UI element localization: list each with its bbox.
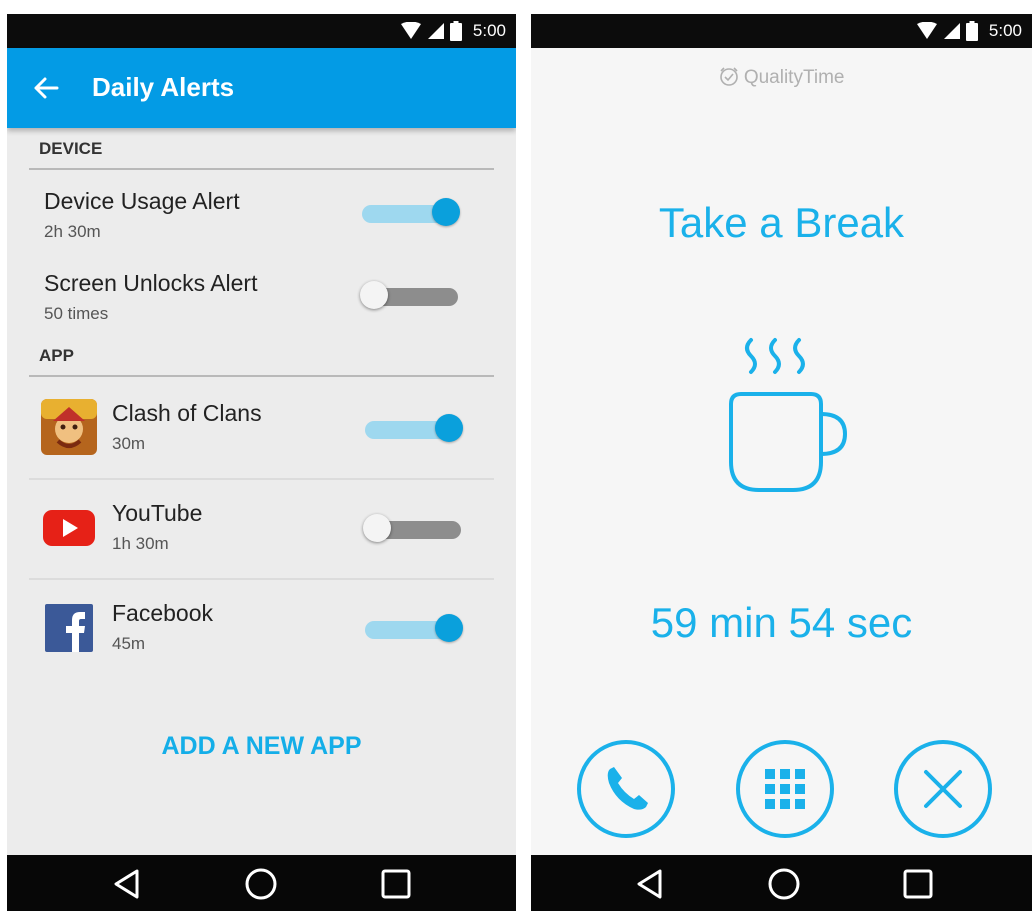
navigation-bar (7, 855, 516, 911)
device-usage-toggle[interactable] (360, 198, 460, 226)
signal-icon (427, 23, 444, 39)
youtube-icon (43, 510, 95, 546)
app-limit: 1h 30m (112, 534, 169, 553)
facebook-toggle[interactable] (363, 614, 463, 642)
section-header-device: DEVICE (39, 139, 103, 158)
app-limit: 45m (112, 634, 146, 653)
take-a-break-screen: 5:00 QualityTime Take a Break 59 min 54 … (531, 14, 1032, 911)
status-bar: 5:00 (531, 14, 1032, 48)
status-bar: 5:00 (7, 14, 516, 48)
clash-of-clans-icon (41, 399, 97, 455)
app-grid-icon[interactable] (735, 739, 835, 839)
app-name: YouTube (112, 500, 203, 526)
page-title: Daily Alerts (92, 72, 235, 102)
app-bar: Daily Alerts (7, 48, 516, 128)
close-icon[interactable] (893, 739, 993, 839)
recents-icon[interactable] (901, 867, 935, 901)
alert-name: Device Usage Alert (44, 188, 240, 214)
alert-limit: 2h 30m (44, 222, 101, 241)
clash-of-clans-toggle[interactable] (363, 414, 463, 442)
break-title: Take a Break (658, 199, 905, 246)
clock-check-icon (719, 67, 738, 86)
navigation-bar (531, 855, 1032, 911)
section-header-app: APP (39, 346, 74, 365)
app-name: Facebook (112, 600, 214, 626)
battery-icon (449, 21, 462, 41)
facebook-icon (45, 604, 93, 652)
app-name: Clash of Clans (112, 400, 262, 426)
home-icon[interactable] (767, 867, 801, 901)
alert-limit: 50 times (44, 304, 109, 323)
recents-icon[interactable] (379, 867, 413, 901)
row-divider (29, 578, 494, 580)
wifi-icon (916, 22, 937, 39)
logo-text: QualityTime (743, 67, 845, 88)
back-arrow-icon[interactable] (33, 76, 59, 100)
back-icon[interactable] (110, 867, 144, 901)
status-time: 5:00 (472, 21, 506, 40)
add-new-app-button[interactable]: ADD A NEW APP (7, 732, 516, 761)
home-icon[interactable] (244, 867, 278, 901)
row-divider (29, 478, 494, 480)
section-divider (29, 168, 494, 170)
wifi-icon (400, 22, 421, 39)
qualitytime-logo: QualityTime (531, 66, 1032, 89)
coffee-cup-icon (729, 338, 848, 492)
battery-icon (965, 21, 978, 41)
screen-unlocks-toggle[interactable] (360, 281, 460, 309)
signal-icon (943, 23, 960, 39)
daily-alerts-screen: 5:00 Daily Alerts DEVICE Device Usage Al… (7, 14, 516, 911)
countdown-timer: 59 min 54 sec (650, 599, 913, 646)
back-icon[interactable] (633, 867, 667, 901)
section-divider (29, 375, 494, 377)
phone-icon[interactable] (576, 739, 676, 839)
app-limit: 30m (112, 434, 146, 453)
status-time: 5:00 (988, 21, 1022, 40)
alert-name: Screen Unlocks Alert (44, 270, 258, 296)
youtube-toggle[interactable] (363, 514, 463, 542)
